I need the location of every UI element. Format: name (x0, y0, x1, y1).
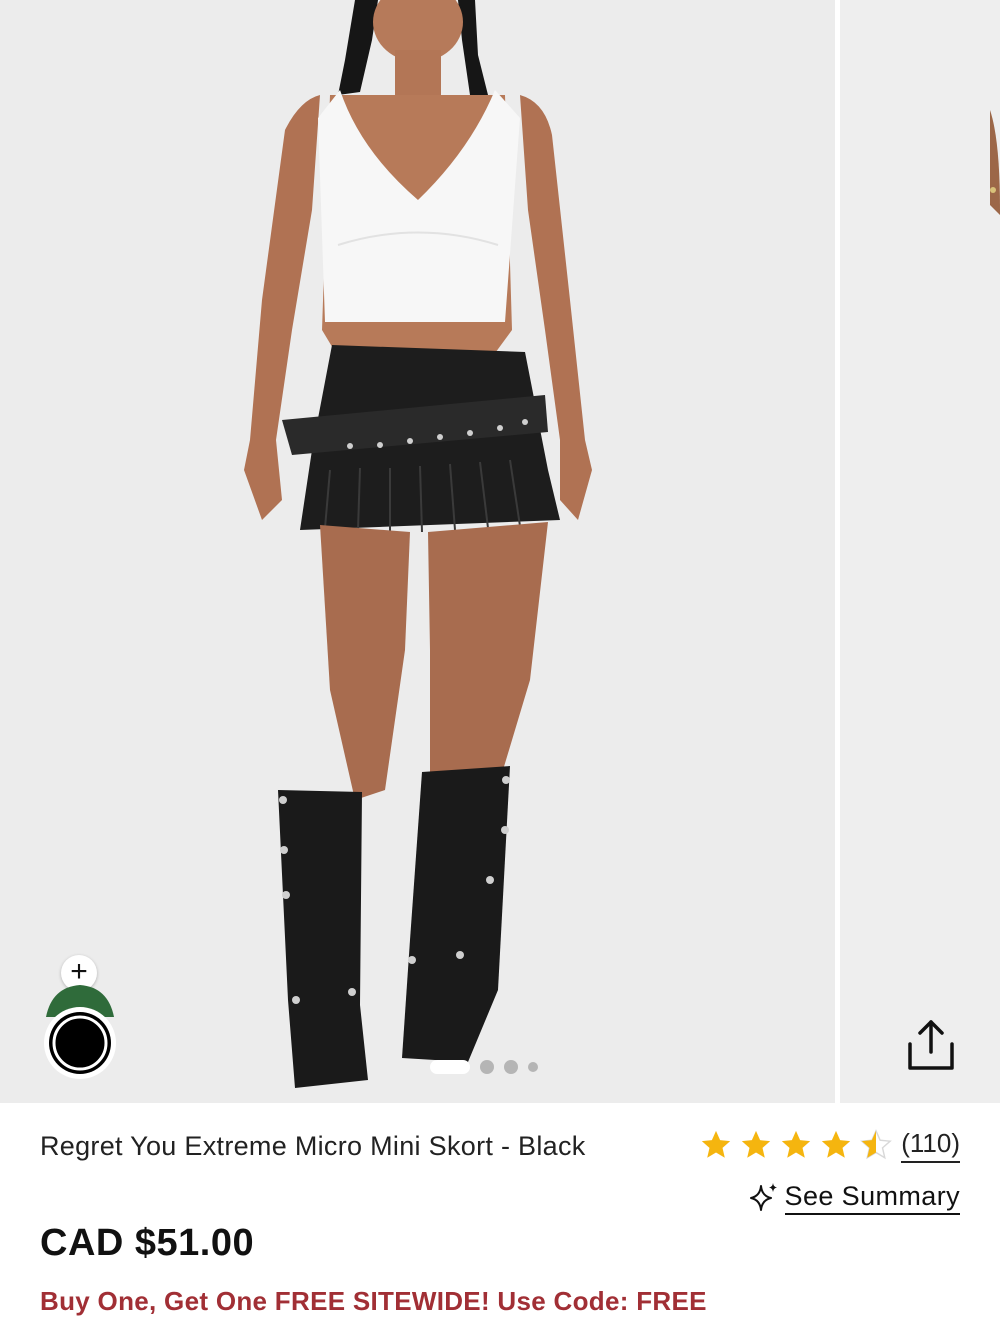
star-rating (699, 1128, 893, 1162)
product-info: Regret You Extreme Micro Mini Skort - Bl… (0, 1103, 1000, 1333)
product-image-gallery[interactable]: + (0, 0, 1000, 1103)
star-full-icon (702, 1130, 731, 1158)
pagination-dot[interactable] (504, 1060, 518, 1074)
next-image-preview (990, 110, 1000, 215)
model-photo (244, 0, 592, 1088)
pagination-dot[interactable] (528, 1062, 538, 1072)
see-summary-label[interactable]: See Summary (784, 1179, 960, 1215)
star-full-icon (782, 1130, 811, 1158)
product-image-main[interactable]: + (0, 0, 835, 1103)
product-image-next-preview[interactable] (840, 0, 1000, 1103)
product-price: CAD $51.00 (40, 1222, 255, 1264)
product-title: Regret You Extreme Micro Mini Skort - Bl… (40, 1131, 586, 1161)
avatar-try-on-icon (44, 985, 116, 1079)
review-count-link[interactable]: (110) (901, 1127, 960, 1163)
sparkle-icon (749, 1183, 777, 1211)
star-half-icon (860, 1129, 893, 1160)
rating-summary[interactable]: (110) (699, 1127, 960, 1163)
pagination-dot-active[interactable] (430, 1060, 470, 1074)
virtual-try-on-avatar[interactable]: + (40, 955, 120, 1085)
gallery-pagination (430, 1060, 538, 1074)
star-full-icon (822, 1130, 851, 1158)
share-icon[interactable] (900, 1018, 962, 1074)
pagination-dot[interactable] (480, 1060, 494, 1074)
see-summary-link[interactable]: See Summary (747, 1179, 960, 1215)
promo-banner[interactable]: Buy One, Get One FREE SITEWIDE! Use Code… (40, 1286, 707, 1317)
star-full-icon (742, 1130, 771, 1158)
